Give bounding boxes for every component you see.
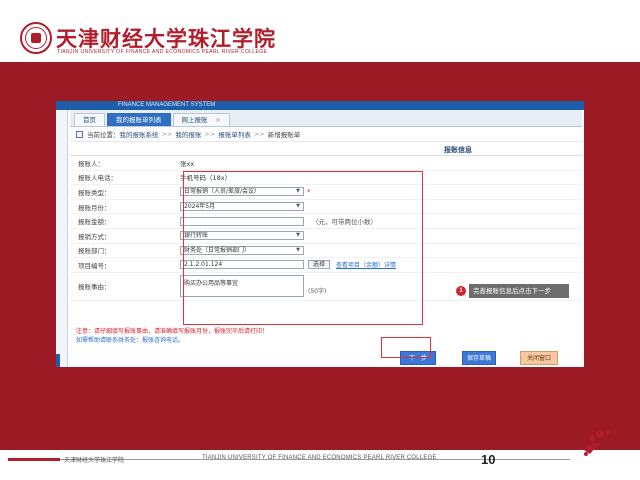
form-label: 报账事由： xyxy=(78,283,111,292)
callout-number: 1 xyxy=(456,286,466,296)
slide-header: 天津财经大学珠江学院 TIANJIN UNIVERSITY OF FINANCE… xyxy=(0,0,640,62)
notes: 注意：请仔细填写报账事由，请准确填写报账月份，报账完毕后请打印！ 如需帮助请联系… xyxy=(76,328,268,345)
footer-accent-line xyxy=(8,458,60,461)
form-title-row: 报账信息 xyxy=(70,142,582,156)
form-label: 报账人电话： xyxy=(78,174,117,183)
form-label: 报账月份： xyxy=(78,203,111,212)
breadcrumb-prefix: 当前位置： xyxy=(87,131,120,139)
location-icon xyxy=(76,130,83,138)
breadcrumb-item[interactable]: 报账单列表 xyxy=(218,129,251,139)
footer-university-en: TIANJIN UNIVERSITY OF FINANCE AND ECONOM… xyxy=(202,455,437,461)
save-draft-button[interactable]: 保存草稿 xyxy=(462,351,496,365)
form-label: 报账类型： xyxy=(78,188,111,197)
form-row-claimant: 报账人： 张xx xyxy=(70,156,582,171)
close-icon[interactable]: × xyxy=(216,114,221,127)
form-highlight-frame xyxy=(183,171,423,325)
form-title: 报账信息 xyxy=(444,146,472,154)
breadcrumb: 当前位置： 我的报账系统 >> 我的报账 >> 报账单列表 >> 新增报账单 xyxy=(70,127,582,142)
close-window-button[interactable]: 关闭窗口 xyxy=(520,351,558,365)
university-name-en: TIANJIN UNIVERSITY OF FINANCE AND ECONOM… xyxy=(57,49,268,55)
footer-university-cn: 天津财经大学珠江学院 xyxy=(64,457,125,464)
system-title: FINANCE MANAGEMENT SYSTEM xyxy=(56,101,584,110)
tab-home[interactable]: 首页 xyxy=(74,113,105,126)
breadcrumb-item[interactable]: 我的报账 xyxy=(175,129,201,139)
tab-bar: 首页 我的报账单列表 网上报账 × xyxy=(70,110,582,127)
decorative-logo-icon xyxy=(584,429,611,456)
help-note: 如需帮助请联系财务处：报账咨询电话。 xyxy=(76,336,185,344)
breadcrumb-separator: >> xyxy=(253,130,265,138)
form-label: 项目编号： xyxy=(78,261,111,270)
breadcrumb-current: 新增报账单 xyxy=(267,131,301,139)
warning-note: 注意：请仔细填写报账事由，请准确填写报账月份，报账完毕后请打印！ xyxy=(76,328,269,335)
left-nav-strip xyxy=(56,110,68,367)
breadcrumb-item[interactable]: 我的报账系统 xyxy=(120,129,159,139)
callout-label: 完善报账信息后点击下一步 xyxy=(469,284,569,298)
left-nav-marker xyxy=(56,354,60,367)
next-button-highlight-frame xyxy=(381,337,431,358)
tab-my-claims[interactable]: 我的报账单列表 xyxy=(107,113,171,126)
university-seal-icon xyxy=(20,22,52,54)
form-label: 报账部门： xyxy=(78,247,111,256)
tab-online-claim[interactable]: 网上报账 × xyxy=(172,113,230,127)
page-number: 10 xyxy=(481,452,496,467)
form-label: 报账人： xyxy=(78,159,104,168)
form-label: 报销方式： xyxy=(78,232,111,241)
claimant-value: 张xx xyxy=(180,159,195,168)
breadcrumb-separator: >> xyxy=(161,130,173,138)
breadcrumb-separator: >> xyxy=(204,130,216,138)
form-label: 报账金额： xyxy=(78,218,111,227)
